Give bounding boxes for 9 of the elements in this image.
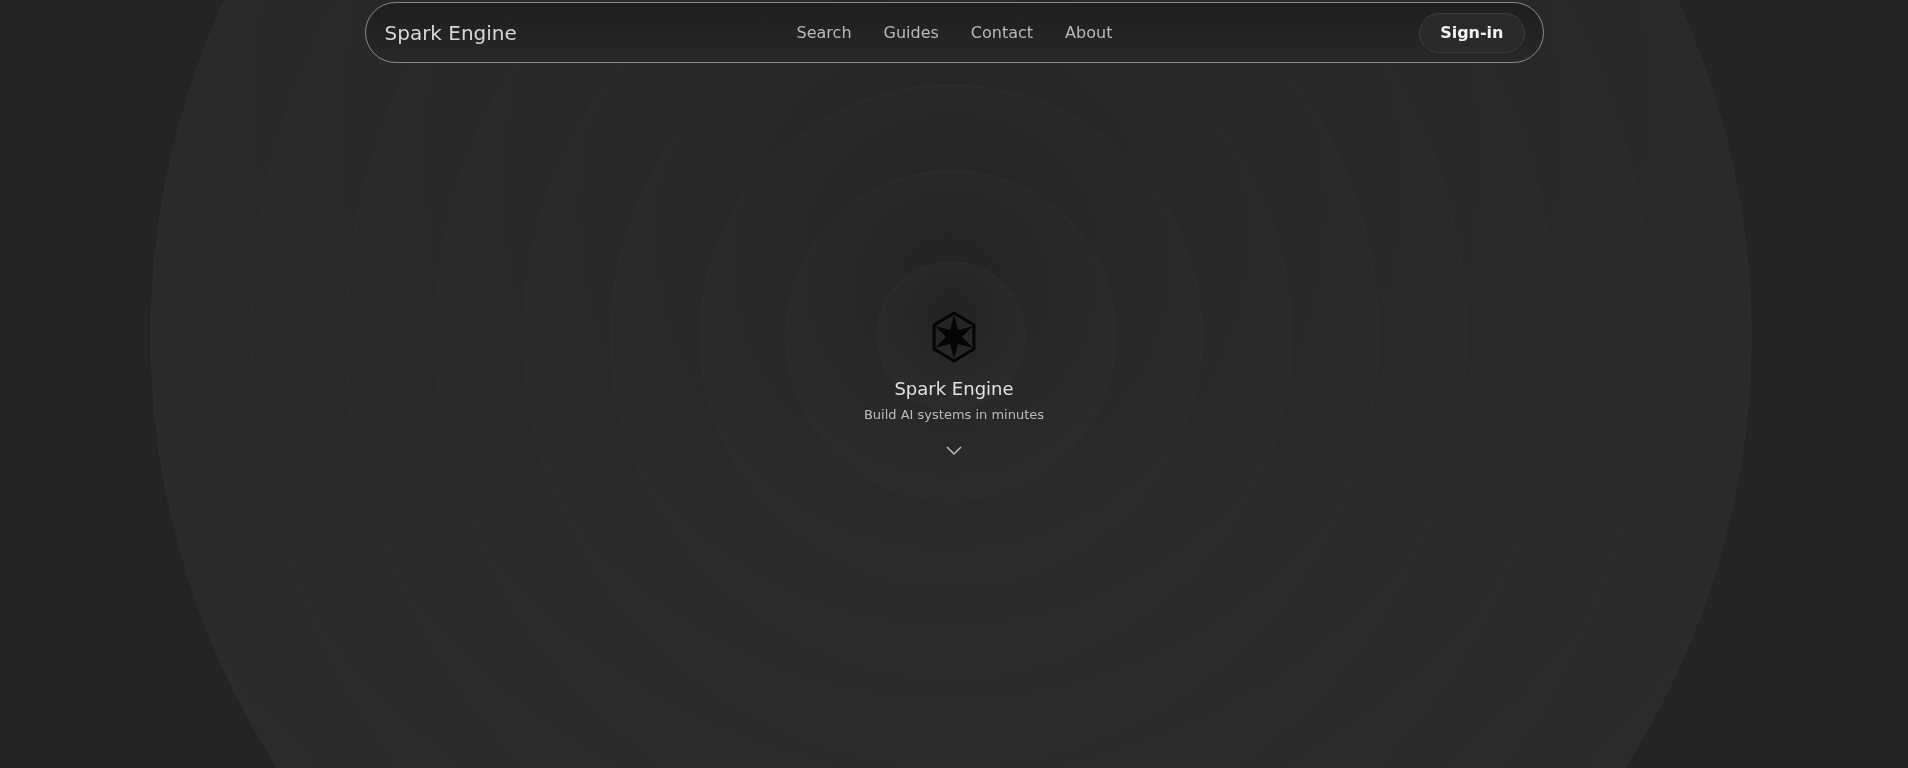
- hero-title: Spark Engine: [894, 378, 1014, 399]
- nav-link[interactable]: Search: [796, 23, 852, 42]
- nav-link[interactable]: About: [1065, 23, 1113, 42]
- nav-link[interactable]: Contact: [970, 23, 1034, 42]
- hero-subtitle: Build AI systems in minutes: [863, 407, 1045, 422]
- sign-in-button[interactable]: Sign-in: [1419, 12, 1525, 53]
- chevron-down-icon[interactable]: [946, 446, 962, 456]
- brand-link[interactable]: Spark Engine: [384, 20, 517, 45]
- nav-link[interactable]: Guides: [883, 23, 939, 42]
